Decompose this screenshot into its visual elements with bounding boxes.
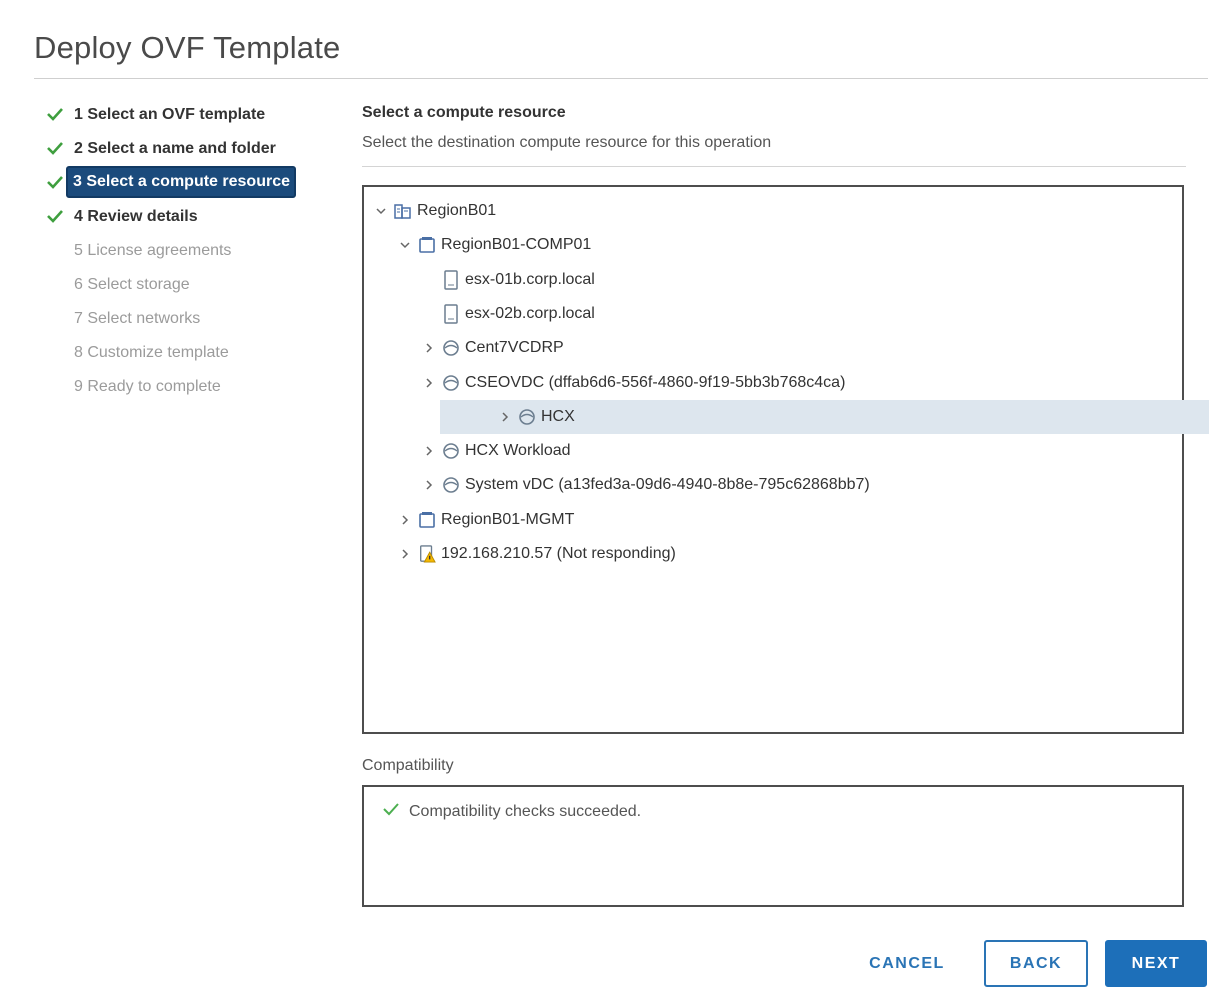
resource-pool-icon: [442, 373, 460, 393]
host-warning-icon: [418, 544, 436, 564]
tree-node[interactable]: CSEOVDC (dffab6d6-556f-4860-9f19-5bb3b76…: [364, 366, 1209, 400]
back-button[interactable]: BACK: [984, 940, 1088, 987]
chevron-right-icon[interactable]: [498, 410, 512, 424]
tree-node-label: CSEOVDC (dffab6d6-556f-4860-9f19-5bb3b76…: [465, 373, 846, 391]
title-divider: [34, 78, 1208, 79]
wizard-step-9: 9 Ready to complete: [40, 369, 340, 403]
chevron-right-icon[interactable]: [398, 513, 412, 527]
wizard-step-label: 8 Customize template: [74, 344, 229, 361]
resource-pool-icon: [518, 407, 536, 427]
check-icon: [382, 801, 400, 822]
check-icon: [46, 208, 64, 224]
wizard-step-5: 5 License agreements: [40, 233, 340, 267]
tree-node[interactable]: 192.168.210.57 (Not responding): [364, 537, 1209, 571]
chevron-right-icon[interactable]: [398, 547, 412, 561]
wizard-step-label: 9 Ready to complete: [74, 378, 221, 395]
resource-pool-icon: [442, 441, 460, 461]
tree-node-label: esx-02b.corp.local: [465, 304, 595, 322]
compatibility-message-text: Compatibility checks succeeded.: [409, 802, 642, 820]
tree-node-label: RegionB01-COMP01: [441, 236, 592, 254]
compatibility-label: Compatibility: [362, 757, 454, 774]
page-subtitle: Select the destination compute resource …: [362, 134, 772, 151]
datacenter-icon: [394, 201, 412, 221]
tree-node-label: System vDC (a13fed3a-09d6-4940-8b8e-795c…: [465, 476, 870, 494]
resource-pool-icon: [442, 475, 460, 495]
tree-node-label: Cent7VCDRP: [465, 339, 564, 357]
cluster-icon: [418, 235, 436, 255]
tree-node[interactable]: Cent7VCDRP: [364, 331, 1209, 365]
wizard-step-label: 5 License agreements: [74, 242, 232, 259]
tree-node[interactable]: RegionB01-COMP01: [364, 228, 1209, 262]
chevron-right-icon[interactable]: [422, 478, 436, 492]
tree-node[interactable]: HCX Workload: [364, 434, 1209, 468]
wizard-step-6: 6 Select storage: [40, 267, 340, 301]
cancel-button[interactable]: CANCEL: [852, 940, 962, 987]
subtitle-divider: [362, 166, 1186, 167]
wizard-step-2[interactable]: 2 Select a name and folder: [40, 131, 340, 165]
wizard-step-label: 1 Select an OVF template: [74, 106, 266, 123]
wizard-step-label: 7 Select networks: [74, 310, 201, 327]
compatibility-panel: Compatibility checks succeeded.: [362, 785, 1184, 907]
chevron-down-icon[interactable]: [398, 238, 412, 252]
compute-resource-tree[interactable]: RegionB01 RegionB01-COMP01 esx-01b.corp.lo…: [362, 185, 1209, 734]
host-icon: [442, 304, 460, 324]
chevron-down-icon[interactable]: [374, 204, 388, 218]
wizard-steps: 1 Select an OVF template 2 Select a name …: [40, 97, 340, 403]
wizard-step-label: 2 Select a name and folder: [74, 140, 276, 157]
tree-node-label: RegionB01: [417, 202, 497, 219]
chevron-right-icon[interactable]: [422, 341, 436, 355]
dialog-title: Deploy OVF Template: [34, 30, 341, 65]
wizard-step-7: 7 Select networks: [40, 301, 340, 335]
wizard-step-1[interactable]: 1 Select an OVF template: [40, 97, 340, 131]
tree-node[interactable]: esx-01b.corp.local: [364, 263, 1209, 297]
tree-node[interactable]: esx-02b.corp.local: [364, 297, 1209, 331]
wizard-step-label: 6 Select storage: [74, 276, 190, 293]
tree-node-label: esx-01b.corp.local: [465, 270, 595, 288]
wizard-step-3[interactable]: 3 Select a compute resource: [40, 165, 340, 199]
check-icon: [46, 106, 64, 122]
wizard-step-label: 4 Review details: [74, 208, 198, 225]
tree-node[interactable]: System vDC (a13fed3a-09d6-4940-8b8e-795c…: [364, 468, 1209, 502]
tree-node[interactable]: HCX: [440, 399, 1209, 434]
tree-node-label: RegionB01-MGMT: [441, 510, 575, 528]
wizard-step-4[interactable]: 4 Review details: [40, 199, 340, 233]
wizard-step-label: 3 Select a compute resource: [66, 166, 296, 198]
page-title: Select a compute resource: [362, 104, 566, 121]
tree-node-label: HCX Workload: [465, 442, 571, 460]
host-icon: [442, 269, 460, 290]
cluster-icon: [418, 510, 436, 530]
tree-node-label: 192.168.210.57 (Not responding): [441, 545, 676, 562]
resource-pool-icon: [442, 338, 460, 358]
wizard-step-8: 8 Customize template: [40, 335, 340, 369]
next-button[interactable]: NEXT: [1105, 940, 1207, 987]
tree-node[interactable]: RegionB01: [364, 194, 1193, 228]
chevron-right-icon[interactable]: [422, 376, 436, 390]
check-icon: [46, 140, 64, 156]
compatibility-message: Compatibility checks succeeded.: [382, 801, 641, 822]
tree-node-label: HCX: [541, 407, 575, 425]
tree-node[interactable]: RegionB01-MGMT: [364, 503, 1209, 537]
chevron-right-icon[interactable]: [422, 444, 436, 458]
check-icon: [46, 174, 64, 190]
